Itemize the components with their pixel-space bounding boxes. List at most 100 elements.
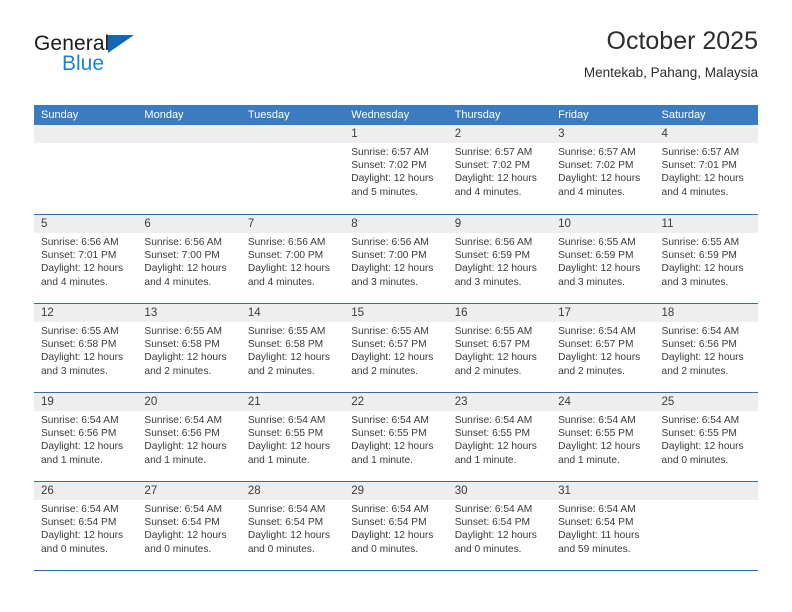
calendar-day-cell[interactable]: 18 Sunrise: 6:54 AM Sunset: 6:56 PM Dayligh… [654,304,758,392]
day-sun-info [241,143,344,146]
calendar-page: General Blue October 2025 Mentekab, Paha… [0,0,792,612]
daylight-text-line1: Daylight: 12 hours [661,441,744,453]
calendar-day-cell[interactable]: 26 Sunrise: 6:54 AM Sunset: 6:54 PM Dayligh… [34,482,138,570]
sunset-text: Sunset: 6:57 PM [558,339,634,351]
calendar-day-cell[interactable]: 7 Sunrise: 6:56 AM Sunset: 7:00 PM Daylight… [240,215,345,303]
sunrise-text: Sunrise: 6:56 AM [41,237,119,248]
calendar-day-cell[interactable]: 17 Sunrise: 6:54 AM Sunset: 6:57 PM Dayligh… [551,304,655,392]
sunrise-text: Sunrise: 6:54 AM [558,326,636,337]
calendar-day-cell[interactable]: 14 Sunrise: 6:55 AM Sunset: 6:58 PM Dayligh… [240,304,345,392]
calendar-day-cell[interactable]: 30 Sunrise: 6:54 AM Sunset: 6:54 PM Dayligh… [447,482,552,570]
calendar-day-cell[interactable]: 28 Sunrise: 6:54 AM Sunset: 6:54 PM Dayligh… [240,482,345,570]
daylight-text-line1: Daylight: 12 hours [454,173,537,185]
calendar-day-cell[interactable]: 3 Sunrise: 6:57 AM Sunset: 7:02 PM Daylight… [551,125,655,214]
sunrise-text: Sunrise: 6:55 AM [454,326,533,337]
day-sun-info: Sunrise: 6:55 AM Sunset: 6:59 PM Daylight:… [655,233,758,289]
calendar-day-cell[interactable]: 23 Sunrise: 6:54 AM Sunset: 6:55 PM Dayligh… [447,393,552,481]
calendar-day-cell[interactable]: 8 Sunrise: 6:56 AM Sunset: 7:00 PM Daylight… [344,215,448,303]
calendar-day-cell[interactable]: 12 Sunrise: 6:55 AM Sunset: 6:58 PM Dayligh… [34,304,138,392]
calendar-day-cell[interactable]: 10 Sunrise: 6:55 AM Sunset: 6:59 PM Dayligh… [551,215,655,303]
calendar-day-cell[interactable]: 21 Sunrise: 6:54 AM Sunset: 6:55 PM Dayligh… [240,393,345,481]
calendar-day-cell[interactable]: 19 Sunrise: 6:54 AM Sunset: 6:56 PM Dayligh… [34,393,138,481]
day-number: 4 [654,125,758,143]
weekday-header-thursday: Thursday [454,109,501,121]
sunrise-text: Sunrise: 6:57 AM [558,147,636,158]
sunrise-text: Sunrise: 6:55 AM [247,326,326,337]
day-sun-info: Sunrise: 6:54 AM Sunset: 6:54 PM Daylight:… [241,500,344,556]
day-number: 6 [137,215,241,233]
sunset-text: Sunset: 7:02 PM [558,160,634,172]
sunrise-text: Sunrise: 6:54 AM [351,504,429,515]
daylight-text-line1: Daylight: 12 hours [454,263,537,275]
daylight-text-line2: and 2 minutes. [351,365,419,377]
sunrise-text: Sunrise: 6:56 AM [454,237,533,248]
day-number [34,125,138,143]
daylight-text-line1: Daylight: 12 hours [661,352,744,364]
daylight-text-line2: and 1 minute. [247,454,310,466]
daylight-text-line1: Daylight: 12 hours [247,352,330,364]
daylight-text-line2: and 3 minutes. [661,276,729,288]
sunset-text: Sunset: 6:55 PM [454,428,531,440]
calendar-day-cell[interactable]: 31 Sunrise: 6:54 AM Sunset: 6:54 PM Dayligh… [551,482,655,570]
day-sun-info: Sunrise: 6:56 AM Sunset: 7:01 PM Daylight:… [34,233,137,289]
calendar-day-cell[interactable]: 13 Sunrise: 6:55 AM Sunset: 6:58 PM Dayligh… [137,304,241,392]
day-number [137,125,241,143]
sunset-text: Sunset: 7:02 PM [454,160,531,172]
sunrise-text: Sunrise: 6:55 AM [351,326,429,337]
sunset-text: Sunset: 6:55 PM [661,428,737,440]
calendar-cell-empty [240,125,345,214]
calendar-day-cell[interactable]: 11 Sunrise: 6:55 AM Sunset: 6:59 PM Dayligh… [654,215,758,303]
daylight-text-line1: Daylight: 12 hours [558,173,641,185]
daylight-text-line1: Daylight: 12 hours [351,441,434,453]
sunset-text: Sunset: 6:54 PM [247,517,324,529]
weekday-header-tuesday: Tuesday [247,109,290,121]
day-number: 16 [447,304,552,322]
day-number: 14 [240,304,345,322]
calendar-day-cell[interactable]: 9 Sunrise: 6:56 AM Sunset: 6:59 PM Daylight… [447,215,552,303]
calendar-day-cell[interactable]: 29 Sunrise: 6:54 AM Sunset: 6:54 PM Dayligh… [344,482,448,570]
calendar-day-cell[interactable]: 6 Sunrise: 6:56 AM Sunset: 7:00 PM Daylight… [137,215,241,303]
calendar-day-cell[interactable]: 15 Sunrise: 6:55 AM Sunset: 6:57 PM Dayligh… [344,304,448,392]
day-sun-info [34,143,137,146]
sunset-text: Sunset: 6:54 PM [558,517,634,529]
calendar-day-cell[interactable]: 22 Sunrise: 6:54 AM Sunset: 6:55 PM Dayligh… [344,393,448,481]
general-blue-logo[interactable]: General Blue [34,32,234,86]
day-sun-info: Sunrise: 6:55 AM Sunset: 6:58 PM Daylight:… [137,322,240,378]
daylight-text-line1: Daylight: 12 hours [558,352,641,364]
calendar-cell-empty [34,125,138,214]
weekday-header-wednesday: Wednesday [351,109,410,121]
sunset-text: Sunset: 7:00 PM [351,250,427,262]
page-title: October 2025 [606,27,759,55]
day-number: 5 [34,215,138,233]
daylight-text-line1: Daylight: 12 hours [454,530,537,542]
day-sun-info: Sunrise: 6:56 AM Sunset: 7:00 PM Daylight:… [241,233,344,289]
calendar-day-cell[interactable]: 25 Sunrise: 6:54 AM Sunset: 6:55 PM Dayligh… [654,393,758,481]
daylight-text-line1: Daylight: 12 hours [351,530,434,542]
logo-text-blue: Blue [62,52,105,75]
day-number: 21 [240,393,345,411]
sunset-text: Sunset: 6:55 PM [247,428,324,440]
daylight-text-line2: and 2 minutes. [144,365,212,377]
sunrise-text: Sunrise: 6:54 AM [661,415,740,426]
day-sun-info: Sunrise: 6:57 AM Sunset: 7:02 PM Daylight:… [344,143,447,199]
day-number: 15 [344,304,448,322]
sunrise-text: Sunrise: 6:56 AM [351,237,429,248]
daylight-text-line2: and 1 minute. [454,454,517,466]
calendar-day-cell[interactable]: 24 Sunrise: 6:54 AM Sunset: 6:55 PM Dayligh… [551,393,655,481]
day-number: 26 [34,482,138,500]
day-number: 9 [447,215,552,233]
calendar-day-cell[interactable]: 27 Sunrise: 6:54 AM Sunset: 6:54 PM Dayligh… [137,482,241,570]
daylight-text-line1: Daylight: 12 hours [144,352,227,364]
calendar-day-cell[interactable]: 1 Sunrise: 6:57 AM Sunset: 7:02 PM Daylight… [344,125,448,214]
calendar-day-cell[interactable]: 2 Sunrise: 6:57 AM Sunset: 7:02 PM Daylight… [447,125,552,214]
calendar-weeks: 1 Sunrise: 6:57 AM Sunset: 7:02 PM Daylight… [34,125,758,570]
day-sun-info: Sunrise: 6:54 AM Sunset: 6:55 PM Daylight:… [551,411,654,467]
day-number: 24 [551,393,655,411]
daylight-text-line2: and 4 minutes. [661,186,729,198]
calendar-day-cell[interactable]: 16 Sunrise: 6:55 AM Sunset: 6:57 PM Dayligh… [447,304,552,392]
daylight-text-line2: and 0 minutes. [247,543,315,555]
calendar-day-cell[interactable]: 20 Sunrise: 6:54 AM Sunset: 6:56 PM Dayligh… [137,393,241,481]
calendar-day-cell[interactable]: 5 Sunrise: 6:56 AM Sunset: 7:01 PM Daylight… [34,215,138,303]
sunset-text: Sunset: 6:57 PM [351,339,427,351]
calendar-day-cell[interactable]: 4 Sunrise: 6:57 AM Sunset: 7:01 PM Daylight… [654,125,758,214]
